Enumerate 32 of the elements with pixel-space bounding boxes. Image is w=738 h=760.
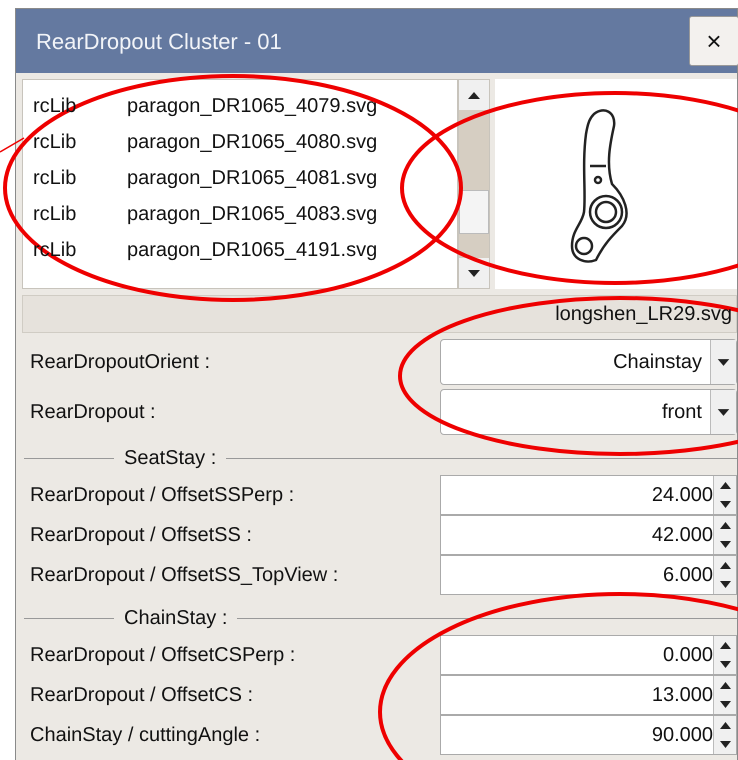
- field-label: ChainStay / cuttingAngle :: [30, 723, 262, 748]
- field-label: RearDropoutOrient :: [30, 350, 212, 375]
- scrollbar[interactable]: [458, 79, 490, 289]
- spin-field[interactable]: 42.000: [440, 515, 737, 555]
- file-list-row[interactable]: rcLib paragon_DR1065_4081.svg: [23, 160, 457, 196]
- annotation-line: [0, 137, 24, 153]
- section-title: ChainStay :: [123, 606, 228, 631]
- field-label: RearDropout / OffsetSS :: [30, 523, 253, 548]
- close-button[interactable]: ×: [689, 16, 738, 66]
- field-label: RearDropout :: [30, 400, 157, 425]
- scroll-up-icon[interactable]: [459, 80, 489, 110]
- window-title: RearDropout Cluster - 01: [36, 28, 282, 56]
- file-list-row[interactable]: rcLib paragon_DR1065_4079.svg: [23, 88, 457, 124]
- field-label: RearDropout / OffsetSSPerp :: [30, 483, 296, 508]
- dropdown-caret-icon[interactable]: [710, 390, 736, 434]
- dropdown[interactable]: Chainstay: [440, 339, 737, 385]
- file-list-row[interactable]: rcLib paragon_DR1065_4083.svg: [23, 196, 457, 232]
- field-label: RearDropout / OffsetCSPerp :: [30, 643, 296, 668]
- spin-field[interactable]: 0.000: [440, 635, 737, 675]
- dropdown[interactable]: front: [440, 389, 737, 435]
- file-list-row[interactable]: rcLib paragon_DR1065_4080.svg: [23, 124, 457, 160]
- dropdown-caret-icon[interactable]: [710, 340, 736, 384]
- spin-field[interactable]: 24.000: [440, 475, 737, 515]
- current-file-name: longshen_LR29.svg: [555, 302, 732, 327]
- spin-field[interactable]: 13.000: [440, 675, 737, 715]
- spin-field[interactable]: 6.000: [440, 555, 737, 595]
- section-title: SeatStay :: [123, 446, 218, 471]
- field-label: RearDropout / OffsetSS_TopView :: [30, 563, 340, 588]
- field-label: RearDropout / OffsetCS :: [30, 683, 254, 708]
- scroll-down-icon[interactable]: [459, 258, 489, 288]
- scroll-thumb[interactable]: [459, 190, 489, 234]
- spin-field[interactable]: 90.000: [440, 715, 737, 755]
